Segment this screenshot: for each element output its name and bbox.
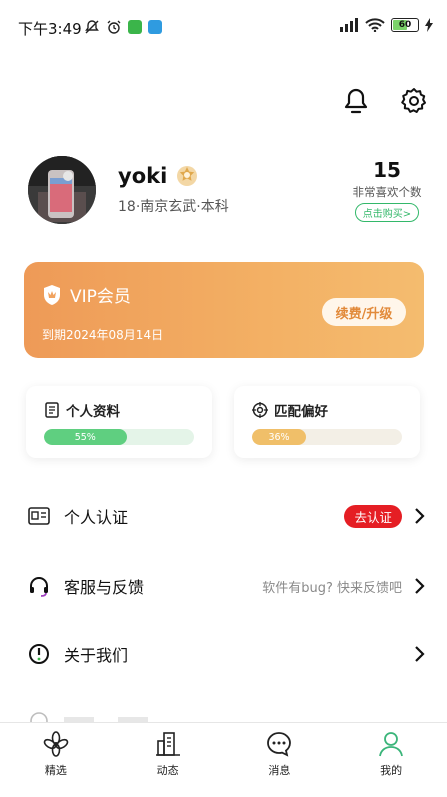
menu-right: 去认证 <box>344 496 426 536</box>
progress-fill: 55% <box>44 429 127 445</box>
menu-item-about[interactable]: 关于我们 <box>26 634 426 674</box>
menu-item-verify[interactable]: 个人认证 去认证 <box>26 496 426 536</box>
stat-title-row: 个人资料 <box>44 400 120 420</box>
status-notification-icons <box>84 19 162 35</box>
likes-block: 15 非常喜欢个数 点击购买> <box>346 158 428 222</box>
chevron-right-icon <box>415 646 425 662</box>
info-icon <box>26 641 52 667</box>
top-actions <box>341 86 429 116</box>
profile-completion-card[interactable]: 个人资料 55% <box>26 386 212 458</box>
menu-item-partially-hidden <box>26 708 406 722</box>
settings-button[interactable] <box>399 86 429 116</box>
id-card-icon <box>26 503 52 529</box>
avatar[interactable] <box>28 156 96 224</box>
tab-moments[interactable]: 动态 <box>112 723 224 797</box>
menu-right: 软件有bug? 快来反馈吧 <box>262 566 426 606</box>
notification-button[interactable] <box>341 86 371 116</box>
menu-label: 关于我们 <box>64 646 129 665</box>
status-bar: 下午3:49 60 <box>0 0 447 56</box>
chat-icon <box>267 732 292 757</box>
tab-label: 我的 <box>380 764 403 777</box>
username: yoki <box>118 164 168 188</box>
charging-icon <box>425 18 433 32</box>
status-time: 下午3:49 <box>18 20 82 38</box>
match-preference-card[interactable]: 匹配偏好 36% <box>234 386 420 458</box>
menu-item-support[interactable]: 客服与反馈 软件有bug? 快来反馈吧 <box>26 566 426 606</box>
battery-icon: 60 <box>391 18 419 32</box>
chevron-right-icon <box>415 508 425 524</box>
document-icon <box>45 402 59 418</box>
person-icon <box>379 732 404 757</box>
verify-badge[interactable]: 去认证 <box>344 504 402 528</box>
mute-bell-icon <box>85 20 99 34</box>
app-notification-green-icon <box>128 20 142 34</box>
likes-label: 非常喜欢个数 <box>352 185 422 199</box>
stat-title: 匹配偏好 <box>274 404 328 420</box>
progress-track: 55% <box>44 429 194 445</box>
bell-icon <box>344 88 368 114</box>
vip-expiry: 到期2024年08月14日 <box>42 328 164 342</box>
tab-label: 精选 <box>44 764 67 777</box>
vip-title: VIP会员 <box>70 287 131 307</box>
tab-featured[interactable]: 精选 <box>0 723 112 797</box>
menu-right <box>414 634 426 674</box>
tab-messages[interactable]: 消息 <box>224 723 336 797</box>
menu-label: 个人认证 <box>64 508 129 527</box>
level-badge-icon <box>177 166 198 186</box>
user-meta: 18·南京玄武·本科 <box>118 199 229 215</box>
battery-percent: 60 <box>398 20 412 30</box>
signal-icon <box>340 18 358 32</box>
status-system-icons: 60 <box>339 18 433 32</box>
tab-label: 动态 <box>156 764 179 777</box>
headset-icon <box>26 573 52 599</box>
username-row: yoki <box>118 164 199 188</box>
support-hint: 软件有bug? 快来反馈吧 <box>262 580 402 596</box>
bottom-tab-bar: 精选 动态 消息 我的 <box>0 722 447 797</box>
progress-track: 36% <box>252 429 402 445</box>
alarm-icon <box>107 20 121 34</box>
menu-label: 客服与反馈 <box>64 578 145 597</box>
vip-shield-icon <box>44 284 60 305</box>
wifi-icon <box>365 18 385 32</box>
likes-count: 15 <box>373 158 401 182</box>
vip-renew-button[interactable]: 续费/升级 <box>322 298 406 326</box>
buy-button[interactable]: 点击购买> <box>354 203 420 222</box>
stat-title-row: 匹配偏好 <box>252 400 328 420</box>
gear-icon <box>401 88 426 113</box>
tab-mine[interactable]: 我的 <box>335 723 447 797</box>
target-icon <box>252 402 268 418</box>
building-icon <box>155 732 180 756</box>
flower-icon <box>43 731 69 757</box>
progress-fill: 36% <box>252 429 306 445</box>
profile-header: yoki 18·南京玄武·本科 15 非常喜欢个数 点击购买> <box>28 156 428 226</box>
tab-label: 消息 <box>268 764 291 777</box>
vip-card[interactable]: VIP会员 到期2024年08月14日 续费/升级 <box>24 262 424 358</box>
app-notification-blue-icon <box>148 20 162 34</box>
avatar-image <box>28 156 96 224</box>
chevron-right-icon <box>415 578 425 594</box>
stat-title: 个人资料 <box>66 404 120 420</box>
vip-title-row: VIP会员 <box>42 282 131 307</box>
